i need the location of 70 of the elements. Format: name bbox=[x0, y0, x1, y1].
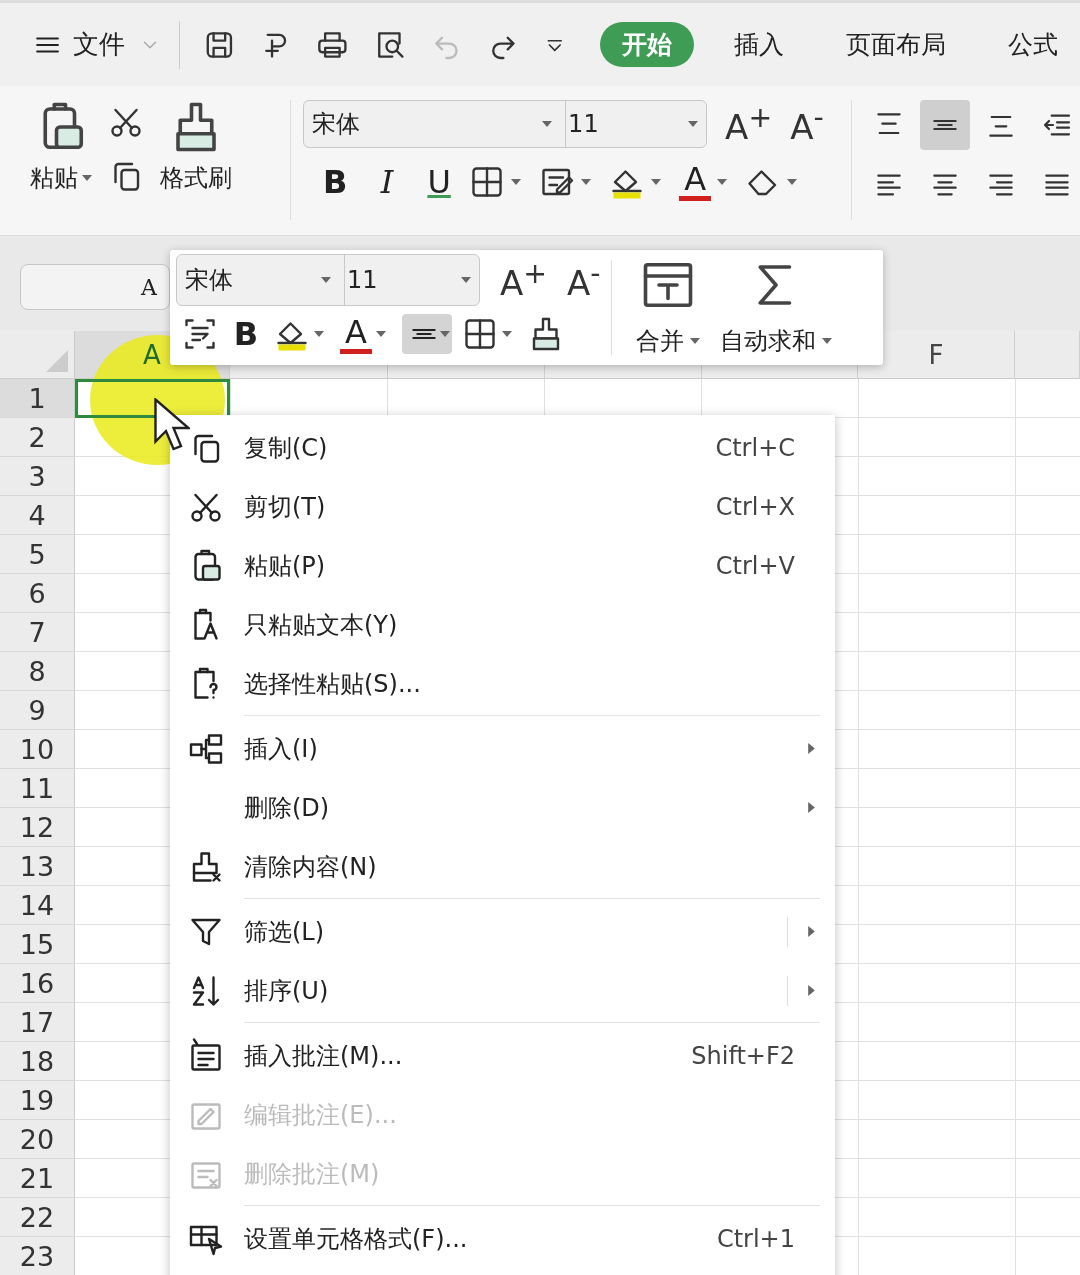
row-header[interactable]: 23 bbox=[0, 1237, 75, 1275]
borders-icon[interactable] bbox=[462, 316, 498, 352]
menu-item[interactable]: 插入(I) bbox=[170, 719, 835, 778]
row-header[interactable]: 16 bbox=[0, 964, 75, 1003]
file-menu-button[interactable]: 文件 bbox=[73, 27, 126, 62]
row-header[interactable]: 10 bbox=[0, 730, 75, 769]
underline-button[interactable]: U bbox=[417, 162, 462, 201]
row-header[interactable]: 11 bbox=[0, 769, 75, 808]
caret-icon[interactable] bbox=[787, 178, 798, 185]
menu-item[interactable]: 粘贴(P) Ctrl+V bbox=[170, 536, 835, 595]
shrink-font-button[interactable]: A$^{-}$ bbox=[790, 100, 824, 148]
caret-icon[interactable] bbox=[542, 121, 553, 127]
menu-item[interactable]: 清除内容(N) bbox=[170, 837, 835, 896]
caret-icon[interactable] bbox=[82, 175, 92, 181]
row-header[interactable]: 14 bbox=[0, 886, 75, 925]
bold-button[interactable]: B bbox=[224, 315, 268, 353]
row-header[interactable]: 7 bbox=[0, 613, 75, 652]
caret-icon[interactable] bbox=[688, 121, 699, 127]
menu-item[interactable]: 选择性粘贴(S)... bbox=[170, 654, 835, 713]
row-header[interactable]: 12 bbox=[0, 808, 75, 847]
format-painter-button[interactable]: 格式刷 bbox=[160, 162, 232, 194]
row-header[interactable]: 17 bbox=[0, 1003, 75, 1042]
italic-button[interactable]: I bbox=[365, 162, 410, 201]
merge-button[interactable]: 合并 bbox=[635, 325, 684, 357]
grow-font-button[interactable]: A$^{+}$ bbox=[500, 256, 547, 304]
row-header[interactable]: 9 bbox=[0, 691, 75, 730]
caret-icon[interactable] bbox=[461, 277, 471, 283]
row-header[interactable]: 22 bbox=[0, 1198, 75, 1237]
font-color-button[interactable]: A bbox=[679, 162, 712, 201]
grow-font-button[interactable]: A$^{+}$ bbox=[725, 100, 773, 148]
font-color-button[interactable]: A bbox=[340, 314, 372, 354]
caret-icon[interactable] bbox=[511, 178, 522, 185]
name-box[interactable]: A bbox=[20, 264, 170, 310]
caret-icon[interactable] bbox=[717, 178, 728, 185]
bold-button[interactable]: B bbox=[313, 162, 358, 201]
caret-icon[interactable] bbox=[689, 338, 700, 344]
row-header[interactable]: 5 bbox=[0, 535, 75, 574]
row-header[interactable]: 19 bbox=[0, 1081, 75, 1120]
menu-item[interactable]: 筛选(L) bbox=[170, 902, 835, 961]
comment-icon bbox=[188, 1037, 224, 1074]
row-header[interactable]: 4 bbox=[0, 496, 75, 535]
paste-button[interactable]: 粘贴 bbox=[30, 162, 78, 194]
menu-item[interactable]: 设置单元格格式(F)... Ctrl+1 bbox=[170, 1209, 835, 1268]
align-button[interactable] bbox=[920, 100, 970, 150]
caret-icon[interactable] bbox=[651, 178, 662, 185]
menu-item[interactable]: 剪切(T) Ctrl+X bbox=[170, 477, 835, 536]
row-header[interactable]: 15 bbox=[0, 925, 75, 964]
row-header[interactable]: 21 bbox=[0, 1159, 75, 1198]
ribbon-tab[interactable]: 公式 bbox=[986, 22, 1080, 67]
row-header[interactable]: 18 bbox=[0, 1042, 75, 1081]
align-button[interactable] bbox=[402, 314, 452, 354]
caret-icon[interactable] bbox=[581, 178, 592, 185]
ribbon-tab[interactable]: 插入 bbox=[712, 22, 807, 67]
row-header[interactable]: 6 bbox=[0, 574, 75, 613]
menu-item[interactable]: 删除(D) bbox=[170, 778, 835, 837]
shrink-font-button[interactable]: A$^{-}$ bbox=[567, 256, 601, 304]
autosum-button[interactable]: 自动求和 bbox=[719, 325, 816, 357]
caret-icon[interactable] bbox=[321, 277, 331, 283]
wrap-text-icon[interactable] bbox=[182, 316, 218, 352]
row-header[interactable]: 3 bbox=[0, 457, 75, 496]
row-header[interactable]: 13 bbox=[0, 847, 75, 886]
menu-item[interactable]: 排序(U) bbox=[170, 961, 835, 1020]
menu-item[interactable]: 只粘贴文本(Y) bbox=[170, 595, 835, 654]
ribbon-tab[interactable]: 页面布局 bbox=[824, 22, 969, 67]
row-header[interactable]: 20 bbox=[0, 1120, 75, 1159]
row-header[interactable]: 2 bbox=[0, 418, 75, 457]
row-header[interactable]: 1 bbox=[0, 379, 75, 418]
menu-item[interactable]: 插入批注(M)... Shift+F2 bbox=[170, 1026, 835, 1085]
caret-icon[interactable] bbox=[821, 338, 832, 344]
row-header[interactable]: 8 bbox=[0, 652, 75, 691]
